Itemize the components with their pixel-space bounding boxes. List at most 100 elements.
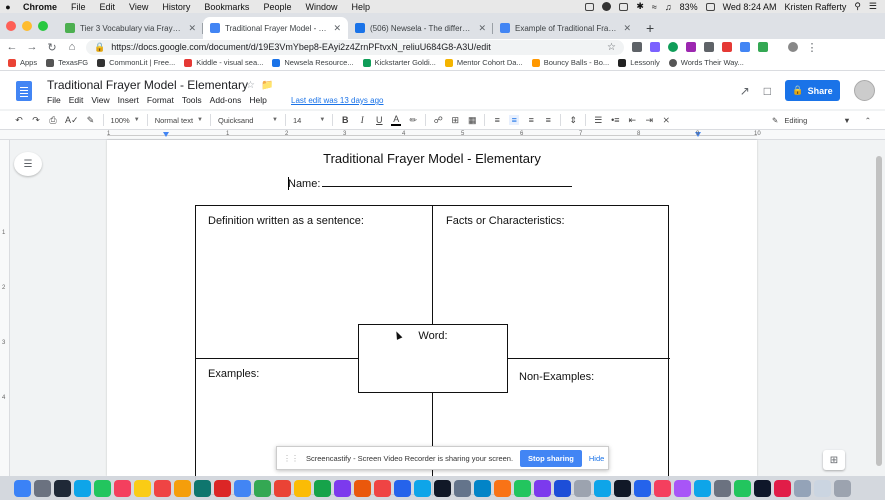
app-icon[interactable]: [574, 479, 591, 497]
menu-file[interactable]: File: [47, 95, 61, 105]
clock[interactable]: Wed 8:24 AM: [723, 2, 777, 12]
extension-icon[interactable]: [704, 42, 714, 52]
excel-icon[interactable]: [314, 479, 331, 497]
app-icon[interactable]: [454, 479, 471, 497]
slides-icon[interactable]: [294, 479, 311, 497]
stop-sharing-button[interactable]: Stop sharing: [520, 449, 582, 467]
app-store-icon[interactable]: [694, 479, 711, 497]
menu-insert[interactable]: Insert: [118, 95, 139, 105]
powerpoint-icon[interactable]: [354, 479, 371, 497]
add-comment-button[interactable]: ⊞: [823, 450, 845, 470]
tab-close-icon[interactable]: ✕: [188, 23, 196, 34]
browser-tab[interactable]: Tier 3 Vocabulary via Frayer M ✕: [58, 17, 203, 39]
acrobat-icon[interactable]: [214, 479, 231, 497]
app-icon[interactable]: [794, 479, 811, 497]
bookmark-item[interactable]: Mentor Cohort Da...: [444, 58, 523, 67]
document-heading[interactable]: Traditional Frayer Model - Elementary: [107, 151, 757, 166]
last-edit-link[interactable]: Last edit was 13 days ago: [291, 96, 384, 105]
document-outline-button[interactable]: ☰: [14, 152, 42, 176]
extension-icon[interactable]: [650, 42, 660, 52]
menu-format[interactable]: Format: [147, 95, 174, 105]
browser-tab[interactable]: Example of Traditional Frayer M ✕: [493, 17, 638, 39]
app-icon[interactable]: [514, 479, 531, 497]
highlight-color-icon[interactable]: ✏: [408, 115, 418, 126]
chrome-menu-icon[interactable]: ⋮: [806, 41, 818, 54]
definition-cell-label[interactable]: Definition written as a sentence:: [208, 215, 364, 227]
reload-icon[interactable]: ↻: [46, 41, 58, 54]
notification-center-icon[interactable]: ☰: [869, 1, 877, 12]
numbered-list-icon[interactable]: ☰: [593, 115, 603, 126]
star-icon[interactable]: ☆: [246, 80, 255, 91]
battery-percent[interactable]: 83%: [680, 2, 698, 12]
word-icon[interactable]: [394, 479, 411, 497]
facts-cell-label[interactable]: Facts or Characteristics:: [446, 215, 565, 227]
underline-icon[interactable]: U: [374, 115, 384, 125]
vertical-ruler[interactable]: 1 2 3 4: [0, 140, 10, 476]
align-center-icon[interactable]: ≡: [509, 115, 520, 125]
photos-icon[interactable]: [174, 479, 191, 497]
drag-handle-icon[interactable]: ⋮⋮: [283, 454, 299, 463]
bold-icon[interactable]: B: [340, 115, 350, 125]
paint-format-icon[interactable]: ✎: [86, 115, 96, 126]
zoom-select[interactable]: 100% ▼: [111, 116, 140, 125]
account-avatar[interactable]: [854, 80, 875, 101]
insert-comment-icon[interactable]: ⊞: [450, 115, 460, 126]
app-icon[interactable]: [614, 479, 631, 497]
notes-icon[interactable]: [134, 479, 151, 497]
bookmark-item[interactable]: Kickstarter Goldi...: [362, 58, 436, 67]
examples-cell-label[interactable]: Examples:: [208, 368, 259, 380]
profile-avatar-icon[interactable]: [788, 42, 798, 52]
app-icon[interactable]: [554, 479, 571, 497]
podcasts-icon[interactable]: [674, 479, 691, 497]
menubar-app-name[interactable]: Chrome: [16, 2, 64, 12]
lock-icon[interactable]: 🔒: [94, 42, 105, 53]
docs-icon[interactable]: [234, 479, 251, 497]
app-icon[interactable]: [594, 479, 611, 497]
app-icon[interactable]: [474, 479, 491, 497]
menu-add-ons[interactable]: Add-ons: [210, 95, 242, 105]
align-right-icon[interactable]: ≡: [526, 115, 536, 125]
decrease-indent-icon[interactable]: ⇤: [627, 115, 637, 126]
activity-trend-icon[interactable]: ↗: [740, 84, 750, 98]
collapse-menu-icon[interactable]: ⌃: [865, 116, 871, 125]
document-page[interactable]: Traditional Frayer Model - Elementary Na…: [107, 140, 757, 496]
menu-help[interactable]: Help: [249, 95, 266, 105]
new-tab-button[interactable]: +: [638, 17, 662, 39]
bluetooth-icon[interactable]: ✱: [636, 1, 644, 12]
app-icon[interactable]: [54, 479, 71, 497]
menubar-window[interactable]: Window: [298, 2, 344, 12]
nonexamples-cell-label[interactable]: Non-Examples:: [519, 371, 594, 383]
app-icon[interactable]: [194, 479, 211, 497]
paragraph-style-select[interactable]: Normal text ▼: [155, 116, 203, 125]
italic-icon[interactable]: I: [357, 115, 367, 125]
music-icon[interactable]: [654, 479, 671, 497]
app-icon[interactable]: [774, 479, 791, 497]
extension-icon[interactable]: [632, 42, 642, 52]
bookmark-apps[interactable]: Apps: [8, 58, 37, 67]
undo-icon[interactable]: ↶: [14, 115, 24, 126]
tab-close-icon[interactable]: ✕: [333, 23, 341, 34]
browser-tab-active[interactable]: Traditional Frayer Model - Elem ✕: [203, 17, 348, 39]
finder-icon[interactable]: [14, 479, 31, 497]
settings-icon[interactable]: [714, 479, 731, 497]
hide-button[interactable]: Hide: [589, 454, 604, 463]
insert-image-icon[interactable]: ▦: [467, 115, 477, 126]
home-icon[interactable]: ⌂: [66, 41, 78, 53]
user-name[interactable]: Kristen Rafferty: [784, 2, 846, 12]
wifi-icon[interactable]: ≈: [652, 2, 657, 12]
drive-icon[interactable]: [254, 479, 271, 497]
bookmark-star-icon[interactable]: ☆: [607, 42, 616, 53]
menu-edit[interactable]: Edit: [69, 95, 84, 105]
menu-view[interactable]: View: [91, 95, 109, 105]
extension-icon[interactable]: [668, 42, 678, 52]
spotlight-icon[interactable]: ⚲: [854, 1, 861, 12]
share-button[interactable]: 🔒 Share: [785, 80, 840, 101]
screen-icon[interactable]: [585, 2, 595, 11]
word-box[interactable]: Word:: [358, 324, 508, 393]
extension-icon[interactable]: [686, 42, 696, 52]
clear-formatting-icon[interactable]: ⨯: [661, 115, 671, 126]
spellcheck-icon[interactable]: A✓: [65, 115, 79, 126]
calendar-icon[interactable]: [114, 479, 131, 497]
back-arrow-icon[interactable]: ←: [6, 41, 18, 53]
insert-link-icon[interactable]: ☍: [433, 115, 443, 126]
